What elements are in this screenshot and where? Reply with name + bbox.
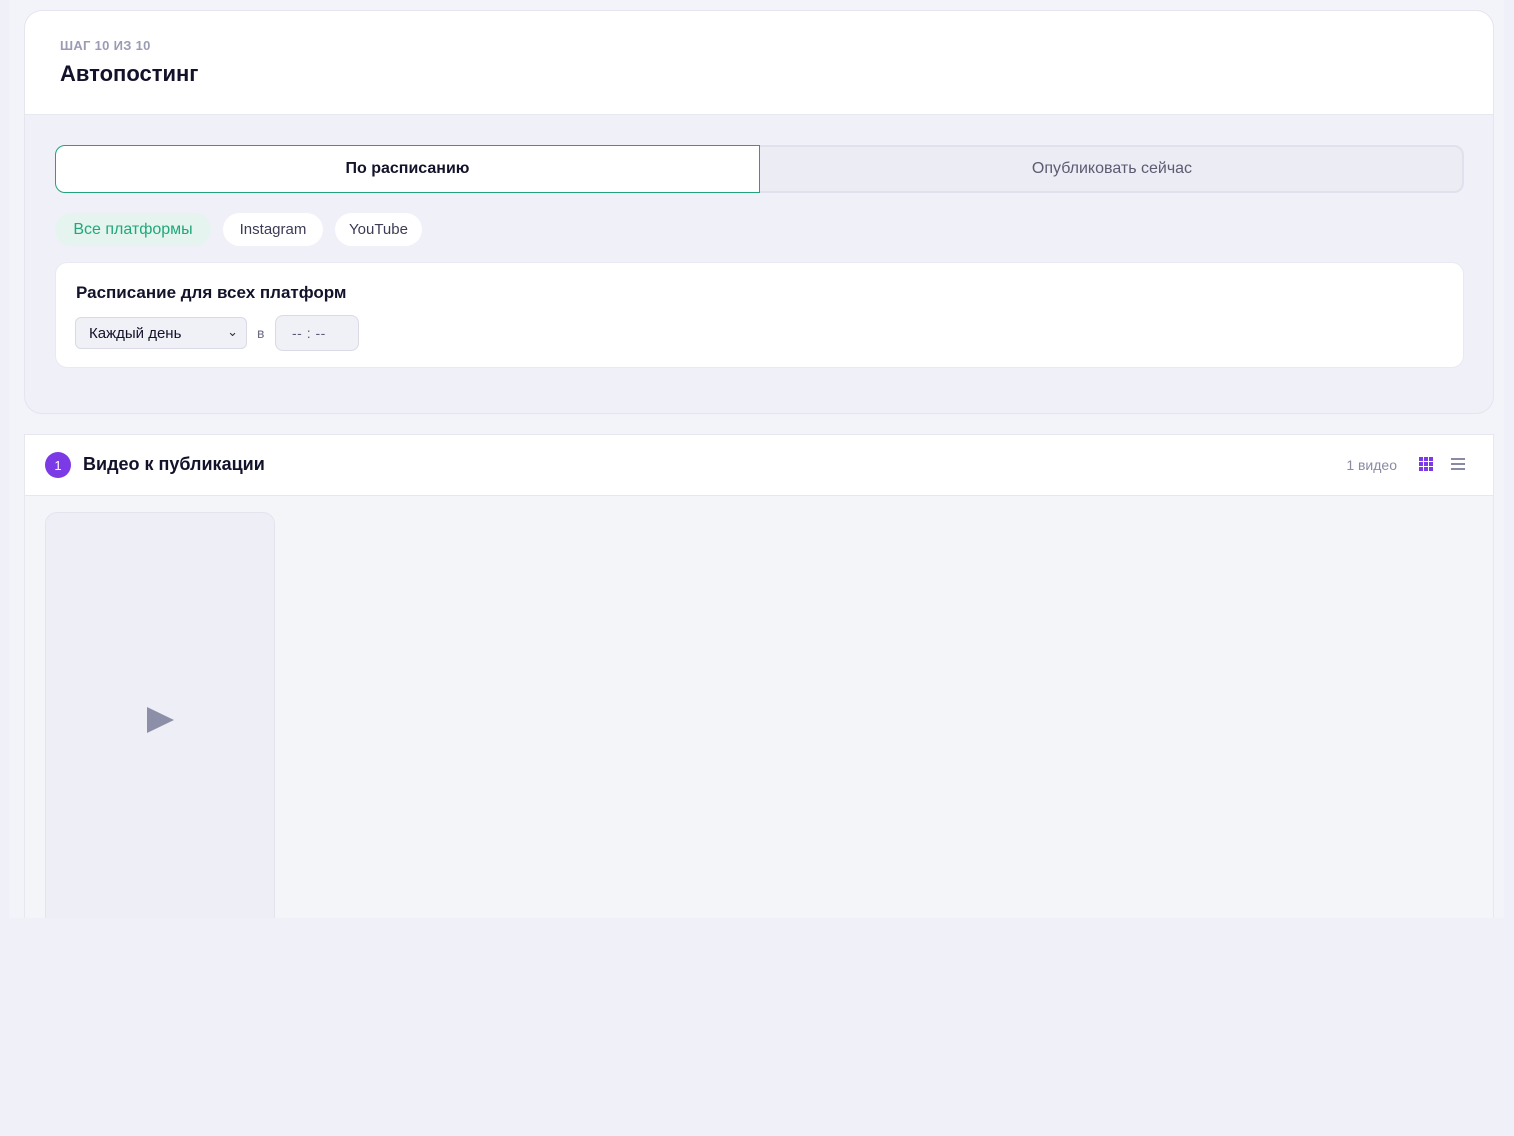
- time-input[interactable]: -- : --: [275, 315, 359, 351]
- step-header: ШАГ 10 ИЗ 10 Автопостинг: [25, 11, 1493, 115]
- tab-publish-now[interactable]: Опубликовать сейчас: [760, 145, 1464, 193]
- frequency-select-value: Каждый день: [89, 324, 182, 342]
- videos-section: 1 Видео к публикации 1 видео: [24, 434, 1494, 918]
- videos-count-label: 1 видео: [1346, 457, 1397, 473]
- step-counter: ШАГ 10 ИЗ 10: [60, 38, 151, 53]
- frequency-select[interactable]: Каждый день ⌄: [75, 317, 247, 349]
- play-icon[interactable]: [147, 707, 174, 733]
- videos-title: Видео к публикации: [83, 454, 265, 474]
- platform-chip-all[interactable]: Все платформы: [55, 213, 211, 246]
- list-view-icon[interactable]: [1451, 458, 1465, 471]
- chevron-down-icon: ⌄: [227, 324, 238, 339]
- page: ШАГ 10 ИЗ 10 Автопостинг По расписанию О…: [9, 0, 1504, 918]
- platform-chip-youtube[interactable]: YouTube: [335, 213, 422, 246]
- step-title: Автопостинг: [60, 61, 199, 86]
- videos-count-badge: 1: [45, 452, 71, 478]
- video-card[interactable]: [45, 512, 275, 918]
- platform-chip-instagram[interactable]: Instagram: [223, 213, 323, 246]
- publish-mode-switch: По расписанию Опубликовать сейчас: [55, 145, 1464, 193]
- autoposting-step-card: ШАГ 10 ИЗ 10 Автопостинг По расписанию О…: [24, 10, 1494, 414]
- at-label: в: [257, 325, 265, 341]
- videos-header: 1 Видео к публикации 1 видео: [25, 435, 1493, 496]
- schedule-title: Расписание для всех платформ: [76, 283, 347, 302]
- schedule-panel: Расписание для всех платформ Каждый день…: [55, 262, 1464, 368]
- grid-view-icon[interactable]: [1419, 457, 1433, 471]
- tab-scheduled[interactable]: По расписанию: [55, 145, 760, 193]
